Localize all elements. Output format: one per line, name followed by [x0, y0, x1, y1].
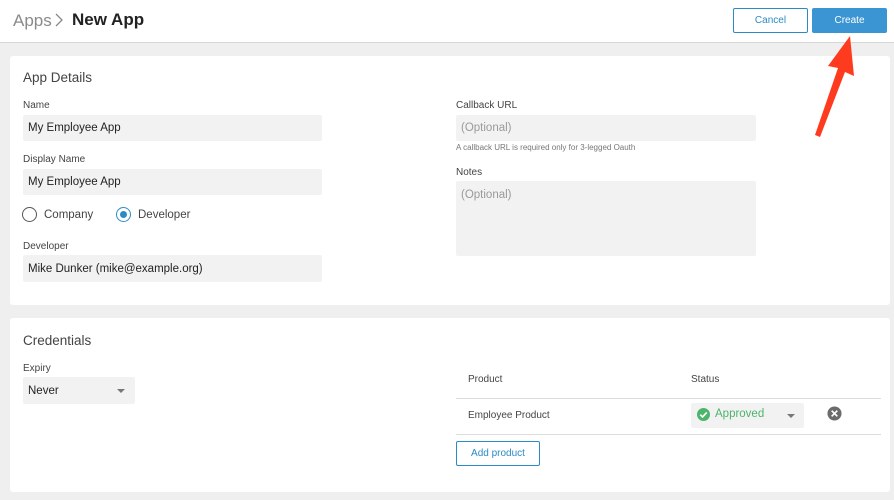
- notes-textarea[interactable]: (Optional): [456, 181, 756, 256]
- radio-company-label: Company: [44, 208, 94, 221]
- status-value: Approved: [715, 408, 765, 420]
- app-details-title: App Details: [23, 70, 93, 85]
- page-header: Apps New App Cancel Create: [0, 0, 894, 43]
- expiry-value: Never: [28, 384, 59, 397]
- radio-developer[interactable]: Developer: [116, 207, 190, 222]
- notes-label: Notes: [456, 167, 483, 178]
- status-select[interactable]: Approved: [691, 403, 804, 428]
- credentials-title: Credentials: [23, 333, 92, 348]
- callback-url-input[interactable]: (Optional): [456, 115, 756, 141]
- chevron-down-icon: [787, 414, 795, 418]
- name-input[interactable]: My Employee App: [23, 115, 322, 141]
- breadcrumb-apps[interactable]: Apps: [13, 11, 52, 31]
- table-header-divider: [456, 398, 881, 399]
- expiry-select[interactable]: Never: [23, 377, 135, 404]
- radio-company-circle[interactable]: [22, 207, 37, 222]
- display-name-label: Display Name: [23, 154, 86, 165]
- arrow-annotation: [815, 36, 854, 137]
- display-name-input[interactable]: My Employee App: [23, 169, 322, 195]
- cancel-button[interactable]: Cancel: [733, 8, 808, 33]
- name-label: Name: [23, 100, 50, 111]
- check-circle-icon: [697, 408, 710, 421]
- table-row-product: Employee Product: [468, 410, 550, 421]
- radio-developer-label: Developer: [138, 208, 191, 221]
- chevron-right-icon: [55, 13, 63, 27]
- radio-company[interactable]: Company: [22, 207, 93, 222]
- product-column-header: Product: [468, 374, 503, 385]
- chevron-down-icon: [117, 389, 125, 393]
- developer-input[interactable]: Mike Dunker (mike@example.org): [23, 255, 322, 282]
- add-product-button[interactable]: Add product: [456, 441, 540, 466]
- developer-label: Developer: [23, 241, 69, 252]
- callback-url-hint: A callback URL is required only for 3-le…: [456, 143, 636, 152]
- table-row-divider: [456, 434, 881, 435]
- page-title: New App: [72, 10, 145, 29]
- create-button[interactable]: Create: [812, 8, 887, 33]
- expiry-label: Expiry: [23, 363, 51, 374]
- callback-url-label: Callback URL: [456, 100, 518, 111]
- radio-developer-circle[interactable]: [116, 207, 131, 222]
- close-circle-icon[interactable]: [827, 406, 842, 421]
- status-column-header: Status: [691, 374, 720, 385]
